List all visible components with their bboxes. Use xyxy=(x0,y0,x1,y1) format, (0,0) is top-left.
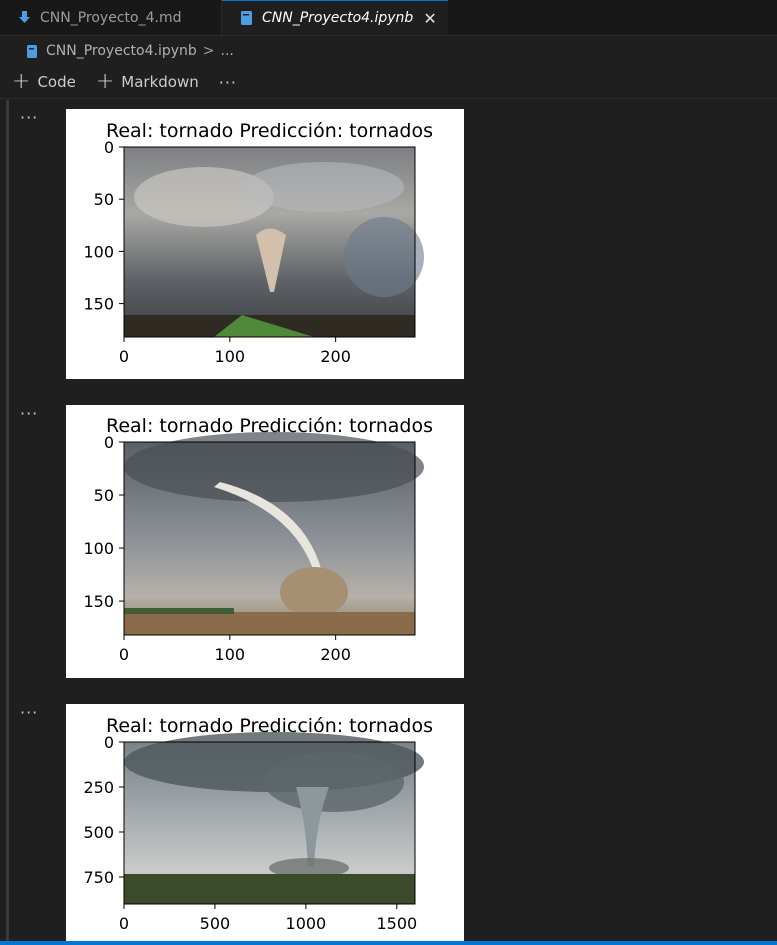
photo-cloud xyxy=(344,217,424,297)
breadcrumb: CNN_Proyecto4.ipynb > ... xyxy=(0,36,777,66)
photo-trees xyxy=(124,608,234,614)
cell-output-more-button[interactable]: ··· xyxy=(20,703,38,722)
y-tick-label: 50 xyxy=(94,190,114,209)
download-arrow-icon xyxy=(18,10,31,25)
plus-icon: + xyxy=(12,69,31,94)
photo-cloud xyxy=(264,752,404,812)
notebook-toolbar: + Code + Markdown ··· xyxy=(0,66,777,99)
notebook-editor: ··· Real: tornado Predicción: tornados 0 1… xyxy=(0,100,777,945)
plot-title: Real: tornado Predicción: tornados xyxy=(106,415,433,437)
y-tick-label: 0 xyxy=(104,433,114,452)
chevron-right-icon: > xyxy=(202,43,215,59)
breadcrumb-rest[interactable]: ... xyxy=(221,43,234,59)
y-tick-label: 500 xyxy=(83,823,114,842)
plot-figure: Real: tornado Predicción: tornados0 500 10… xyxy=(83,715,433,933)
y-tick-label: 0 xyxy=(104,733,114,752)
add-code-label: Code xyxy=(37,73,76,91)
plot-figure: Real: tornado Predicción: tornados0 100 20… xyxy=(83,120,433,366)
add-markdown-cell-button[interactable]: + Markdown xyxy=(96,71,199,93)
x-tick-label: 100 xyxy=(215,645,246,664)
photo-dust xyxy=(280,567,348,617)
y-tick-label: 100 xyxy=(83,539,114,558)
x-tick-label: 500 xyxy=(200,914,231,933)
x-tick-label: 200 xyxy=(320,347,351,366)
tab-cnn-proyecto-4-md[interactable]: CNN_Proyecto_4.md xyxy=(0,0,222,35)
plot-area: Real: tornado Predicción: tornados0 100 20… xyxy=(83,120,433,366)
y-tick-label: 50 xyxy=(94,486,114,505)
x-tick-label: 0 xyxy=(119,914,129,933)
photo-field xyxy=(124,612,415,635)
x-tick-label: 200 xyxy=(320,645,351,664)
y-tick-label: 150 xyxy=(83,295,114,314)
plot-figure: Real: tornado Predicción: tornados0 100 20… xyxy=(83,415,433,664)
plot-title: Real: tornado Predicción: tornados xyxy=(106,715,433,737)
add-markdown-label: Markdown xyxy=(121,73,199,91)
y-tick-label: 750 xyxy=(83,868,114,887)
breadcrumb-file[interactable]: CNN_Proyecto4.ipynb xyxy=(46,43,197,59)
close-icon[interactable]: ✕ xyxy=(423,9,436,28)
tab-bar: CNN_Proyecto_4.md CNN_Proyecto4.ipynb ✕ xyxy=(0,0,777,36)
y-tick-label: 150 xyxy=(83,592,114,611)
y-tick-label: 100 xyxy=(83,242,114,261)
cell-output-plot: Real: tornado Predicción: tornados 0 100 20… xyxy=(66,405,464,678)
x-tick-label: 100 xyxy=(215,347,246,366)
tab-label: CNN_Proyecto4.ipynb xyxy=(262,10,414,26)
x-tick-label: 0 xyxy=(119,347,129,366)
plot-area: Real: tornado Predicción: tornados0 500 10… xyxy=(83,715,433,933)
plus-icon: + xyxy=(95,69,115,94)
cell-output-plot: Real: tornado Predicción: tornados 0 100 20… xyxy=(66,109,464,379)
tab-cnn-proyecto4-ipynb[interactable]: CNN_Proyecto4.ipynb ✕ xyxy=(222,0,448,35)
plot-area: Real: tornado Predicción: tornados0 100 20… xyxy=(83,415,433,664)
tab-label: CNN_Proyecto_4.md xyxy=(40,9,182,26)
photo-cloud xyxy=(244,162,404,212)
cell-output-more-button[interactable]: ··· xyxy=(20,404,38,423)
notebook-file-icon xyxy=(240,11,253,25)
status-accent-line xyxy=(0,941,777,945)
photo-field xyxy=(124,874,415,904)
y-tick-label: 0 xyxy=(104,138,114,157)
cell-output-plot: Real: tornado Predicción: tornados 0 500 10… xyxy=(66,704,464,945)
y-tick-label: 250 xyxy=(83,778,114,797)
more-actions-icon[interactable]: ··· xyxy=(219,73,237,92)
x-tick-label: 1500 xyxy=(376,914,417,933)
notebook-file-icon xyxy=(26,44,38,58)
cell-gutter xyxy=(6,100,9,945)
x-tick-label: 0 xyxy=(119,645,129,664)
cell-output-more-button[interactable]: ··· xyxy=(20,108,38,127)
add-code-cell-button[interactable]: + Code xyxy=(12,71,76,93)
plot-title: Real: tornado Predicción: tornados xyxy=(106,120,433,142)
x-tick-label: 1000 xyxy=(286,914,327,933)
